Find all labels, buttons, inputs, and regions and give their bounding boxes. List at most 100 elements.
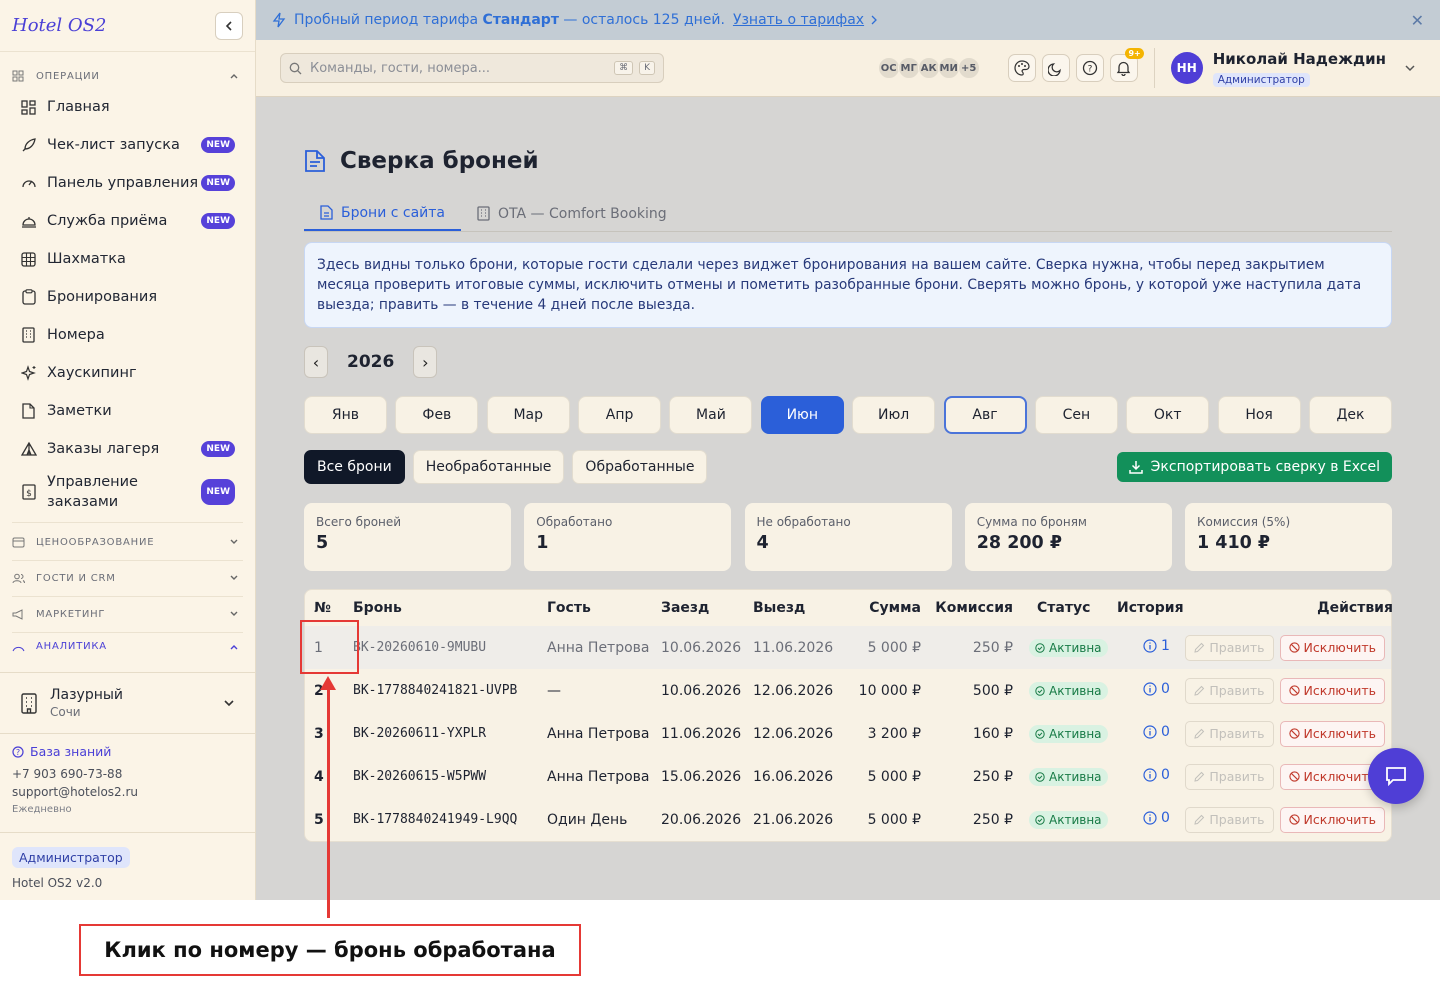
avatar[interactable]: МИ [937,57,960,79]
online-users[interactable]: ОС МГ АК МИ +5 [877,57,980,79]
user-avatar[interactable]: НН [1170,52,1203,84]
command-search-input[interactable]: Команды, гости, номера... ⌘ K [280,53,664,83]
filter-unprocessed[interactable]: Необработанные [412,450,565,484]
notifications-button[interactable]: 9+ [1109,48,1144,82]
edit-button[interactable]: Править [1185,806,1274,833]
tab-site-bookings[interactable]: Брони с сайта [304,196,462,231]
history-count: 0 [1161,724,1170,740]
sidebar-item-chessboard[interactable]: Шахматка [0,240,255,278]
table-row: 1 BK-20260610-9MUBU Анна Петрова 10.06.2026… [305,626,1391,669]
month-button[interactable]: Мар [486,396,570,434]
status-text: Активна [1049,683,1102,698]
avatar[interactable]: МГ [897,57,920,79]
section-analytics[interactable]: АНАЛИТИКА [0,638,255,652]
user-name: Николай Надеждин [1212,49,1386,68]
edit-button[interactable]: Править [1185,763,1274,790]
guest-name: Анна Петрова [547,725,650,742]
section-marketing[interactable]: МАРКЕТИНГ [0,602,255,626]
prev-year-button[interactable]: ‹ [304,346,328,378]
sidebar-item-housekeeping[interactable]: Хаускипинг [0,354,255,392]
exclude-button[interactable]: Исключить [1279,677,1385,704]
sidebar-item-notes[interactable]: Заметки [0,392,255,430]
edit-label: Править [1209,726,1265,741]
notification-count: 9+ [1125,48,1144,59]
month-button[interactable]: Сен [1034,396,1118,434]
close-banner-button[interactable]: ✕ [1411,11,1424,30]
edit-button[interactable]: Править [1185,720,1274,747]
booking-id[interactable]: BK-1778840241949-L9QQ [353,812,547,827]
section-guests-crm[interactable]: ГОСТИ И CRM [0,566,255,590]
edit-button[interactable]: Править [1185,677,1274,704]
section-pricing[interactable]: ЦЕНООБРАЗОВАНИЕ [0,530,255,554]
history-button[interactable]: 0 [1123,810,1170,826]
brand-logo[interactable]: Hotel OS2 [12,15,106,36]
month-button[interactable]: Янв [304,396,387,434]
export-excel-button[interactable]: Экспортировать сверку в Excel [1116,452,1392,482]
section-operations[interactable]: ОПЕРАЦИИ [0,64,255,88]
stat-commission: Комиссия (5%) 1 410 ₽ [1185,503,1392,571]
filter-processed[interactable]: Обработанные [572,450,708,484]
support-phone[interactable]: +7 903 690-73-88 [12,765,138,783]
history-button[interactable]: 0 [1123,724,1170,740]
stat-label: Обработано [536,515,613,529]
status-cell: Активна [1013,724,1117,743]
new-badge: NEW [201,213,235,229]
help-button[interactable]: ? [1075,54,1104,82]
tab-ota-comfort-booking[interactable]: OTA — Comfort Booking [461,196,683,231]
month-button[interactable]: Ноя [1217,396,1301,434]
exclude-button[interactable]: Исключить [1279,806,1385,833]
chevron-right-icon [870,15,878,25]
dark-mode-button[interactable] [1041,54,1070,82]
user-menu[interactable]: Николай Надеждин Администратор [1212,49,1386,87]
month-button[interactable]: Фев [395,396,479,434]
chevron-down-icon[interactable] [1404,62,1416,74]
month-button[interactable]: Апр [578,396,662,434]
knowledge-base-link[interactable]: ? База знаний [12,743,138,761]
sidebar-item-launch-checklist[interactable]: Чек-лист запуска NEW [0,126,255,164]
booking-id[interactable]: BK-1778840241821-UVPB [353,683,547,698]
tent-icon [20,441,37,458]
history-button[interactable]: 0 [1123,767,1170,783]
avatar-more[interactable]: +5 [957,57,980,79]
exclude-button[interactable]: Исключить [1279,634,1385,661]
page-title: Сверка броней [304,148,1392,174]
filter-row: Все брони Необработанные Обработанные Эк… [304,450,1392,484]
collapse-sidebar-button[interactable] [215,11,243,40]
booking-id[interactable]: BK-20260610-9MUBU [353,640,547,655]
booking-sum: 10 000 ₽ [858,682,921,699]
booking-id[interactable]: BK-20260611-YXPLR [353,726,547,741]
sidebar-item-rooms[interactable]: Номера [0,316,255,354]
month-button[interactable]: Окт [1126,396,1210,434]
month-button-hover[interactable]: Авг [943,396,1027,434]
month-button[interactable]: Май [669,396,753,434]
avatar[interactable]: АК [917,57,940,79]
month-button[interactable]: Июл [852,396,936,434]
edit-button[interactable]: Править [1185,634,1274,661]
hotel-switcher[interactable]: Лазурный Сочи [0,672,255,734]
filter-all[interactable]: Все брони [304,450,405,484]
theme-palette-button[interactable] [1007,54,1036,82]
avatar[interactable]: ОС [877,57,900,79]
chat-button[interactable] [1368,748,1424,804]
sidebar-item-label: Заметки [47,403,112,419]
help-circle-icon: ? [12,746,24,758]
history-button[interactable]: 0 [1123,681,1170,697]
sidebar-item-bookings[interactable]: Бронирования [0,278,255,316]
sidebar-item-home[interactable]: Главная [0,88,255,126]
actions-cell: Править Исключить [1185,720,1393,747]
booking-sum: 5 000 ₽ [867,768,921,785]
chevron-down-icon [229,537,239,547]
sidebar-item-front-desk[interactable]: Служба приёма NEW [0,202,255,240]
pricing-link[interactable]: Узнать о тарифах [733,12,864,28]
exclude-button[interactable]: Исключить [1279,720,1385,747]
support-email[interactable]: support@hotelos2.ru [12,783,138,801]
sidebar-item-control-panel[interactable]: Панель управления NEW [0,164,255,202]
sidebar-item-camp-orders[interactable]: Заказы лагеря NEW [0,430,255,468]
booking-id[interactable]: BK-20260615-W5PWW [353,769,547,784]
history-button[interactable]: 1 [1123,638,1170,654]
sidebar-item-order-management[interactable]: $ Управление заказами NEW [0,468,255,516]
status-text: Активна [1049,769,1102,784]
next-year-button[interactable]: › [413,346,438,378]
month-button[interactable]: Дек [1308,396,1392,434]
month-button-selected[interactable]: Июн [760,396,844,434]
